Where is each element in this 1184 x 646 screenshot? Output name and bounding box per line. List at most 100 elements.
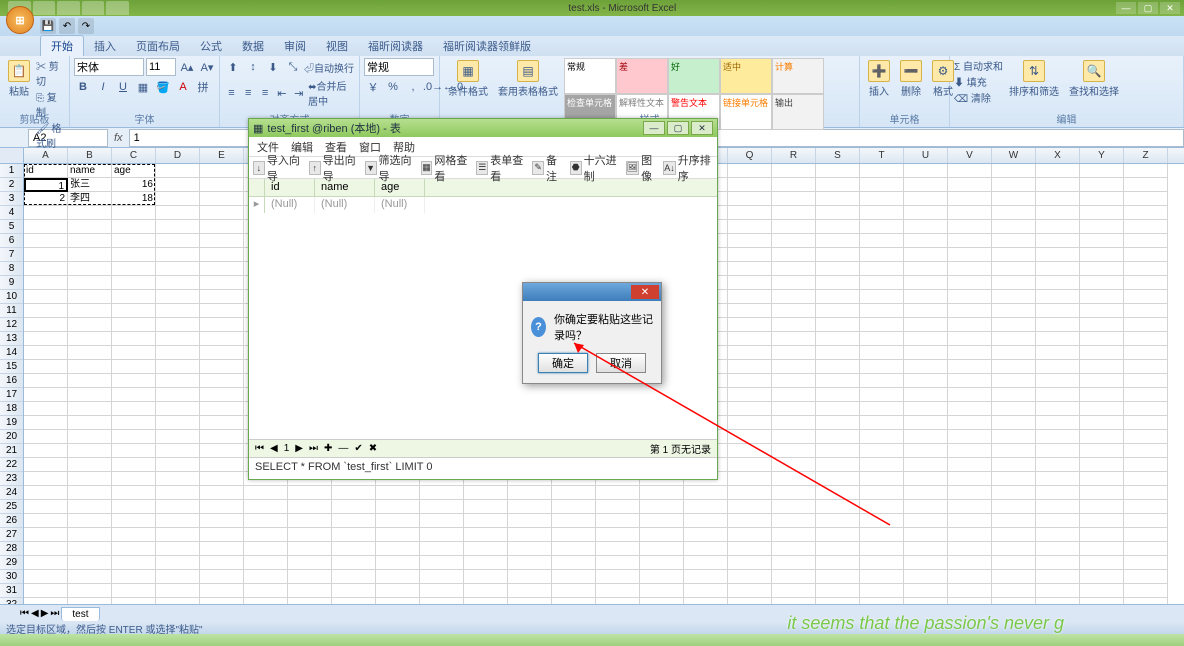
cell[interactable] [156,276,200,290]
cell[interactable] [1124,360,1168,374]
cell[interactable] [992,528,1036,542]
cell[interactable] [1124,220,1168,234]
cell[interactable] [860,570,904,584]
cell[interactable] [772,262,816,276]
cell[interactable] [156,248,200,262]
cell[interactable] [112,332,156,346]
cell[interactable] [992,178,1036,192]
cell[interactable] [816,570,860,584]
cell[interactable] [156,416,200,430]
cell[interactable] [288,500,332,514]
cell[interactable] [156,262,200,276]
cell[interactable] [112,374,156,388]
cell[interactable] [112,206,156,220]
cell[interactable] [156,234,200,248]
font-color-button[interactable]: A [174,78,192,96]
cell[interactable] [992,584,1036,598]
cell[interactable] [992,514,1036,528]
cell[interactable] [156,304,200,318]
cell[interactable] [24,402,68,416]
cell[interactable] [992,290,1036,304]
indent-inc-icon[interactable]: ⇥ [291,84,306,102]
cell[interactable]: age [112,164,156,178]
cell[interactable] [948,514,992,528]
cell[interactable] [1036,332,1080,346]
cell[interactable] [904,276,948,290]
cell[interactable] [200,220,244,234]
cell[interactable] [332,556,376,570]
cell[interactable] [200,290,244,304]
border-button[interactable]: ▦ [134,78,152,96]
cell[interactable] [156,374,200,388]
cell[interactable] [1036,444,1080,458]
cell[interactable] [772,416,816,430]
cell[interactable] [728,500,772,514]
cell[interactable] [728,472,772,486]
cell[interactable] [860,304,904,318]
grid-view-button[interactable]: ▦网格查看 [421,152,471,184]
cell[interactable] [200,206,244,220]
cell[interactable] [24,262,68,276]
cell[interactable] [156,388,200,402]
cell[interactable] [728,486,772,500]
cell[interactable] [24,360,68,374]
delete-cells-button[interactable]: ➖删除 [896,58,926,100]
cell[interactable] [948,402,992,416]
cell[interactable] [948,318,992,332]
cell[interactable] [332,500,376,514]
cell[interactable] [464,528,508,542]
cell[interactable] [1036,542,1080,556]
cell[interactable] [200,178,244,192]
row-header[interactable]: 9 [0,276,23,290]
cell[interactable] [860,486,904,500]
cell[interactable] [1036,458,1080,472]
cell[interactable] [728,584,772,598]
cell[interactable] [112,458,156,472]
nav-add-icon[interactable]: ✚ [324,443,332,454]
cell[interactable] [112,290,156,304]
cell[interactable] [200,430,244,444]
cell[interactable] [816,528,860,542]
cell[interactable] [68,262,112,276]
cell[interactable] [816,192,860,206]
browser-tab[interactable] [57,1,80,15]
save-icon[interactable]: 💾 [40,18,56,34]
db-grid-row[interactable]: ▸ (Null) (Null) (Null) [249,197,717,213]
cell[interactable]: 李四 [68,192,112,206]
cell[interactable] [904,234,948,248]
cell[interactable] [860,458,904,472]
cell[interactable] [772,276,816,290]
cell[interactable] [816,486,860,500]
grow-font-icon[interactable]: A▴ [178,58,196,76]
cell[interactable] [24,584,68,598]
cell[interactable] [684,570,728,584]
cell[interactable] [772,192,816,206]
redo-icon[interactable]: ↷ [78,18,94,34]
cell[interactable] [992,472,1036,486]
cell[interactable] [112,388,156,402]
col-header[interactable]: A [24,148,68,163]
cell[interactable] [200,388,244,402]
cell[interactable] [904,178,948,192]
cell[interactable] [904,164,948,178]
cell[interactable] [1036,556,1080,570]
cell[interactable] [860,346,904,360]
row-header[interactable]: 8 [0,262,23,276]
cell[interactable] [1080,290,1124,304]
cell[interactable] [1124,570,1168,584]
row-header[interactable]: 23 [0,472,23,486]
cell[interactable] [376,570,420,584]
cell[interactable] [200,514,244,528]
align-left-icon[interactable]: ≡ [224,84,239,102]
cell[interactable] [992,416,1036,430]
tab-formulas[interactable]: 公式 [190,36,232,56]
cell[interactable] [1080,346,1124,360]
cell[interactable] [596,542,640,556]
cell[interactable] [464,556,508,570]
cell[interactable] [1080,500,1124,514]
cell[interactable] [904,556,948,570]
cell[interactable] [816,234,860,248]
cell[interactable] [464,584,508,598]
cell[interactable] [816,458,860,472]
cell[interactable] [816,332,860,346]
